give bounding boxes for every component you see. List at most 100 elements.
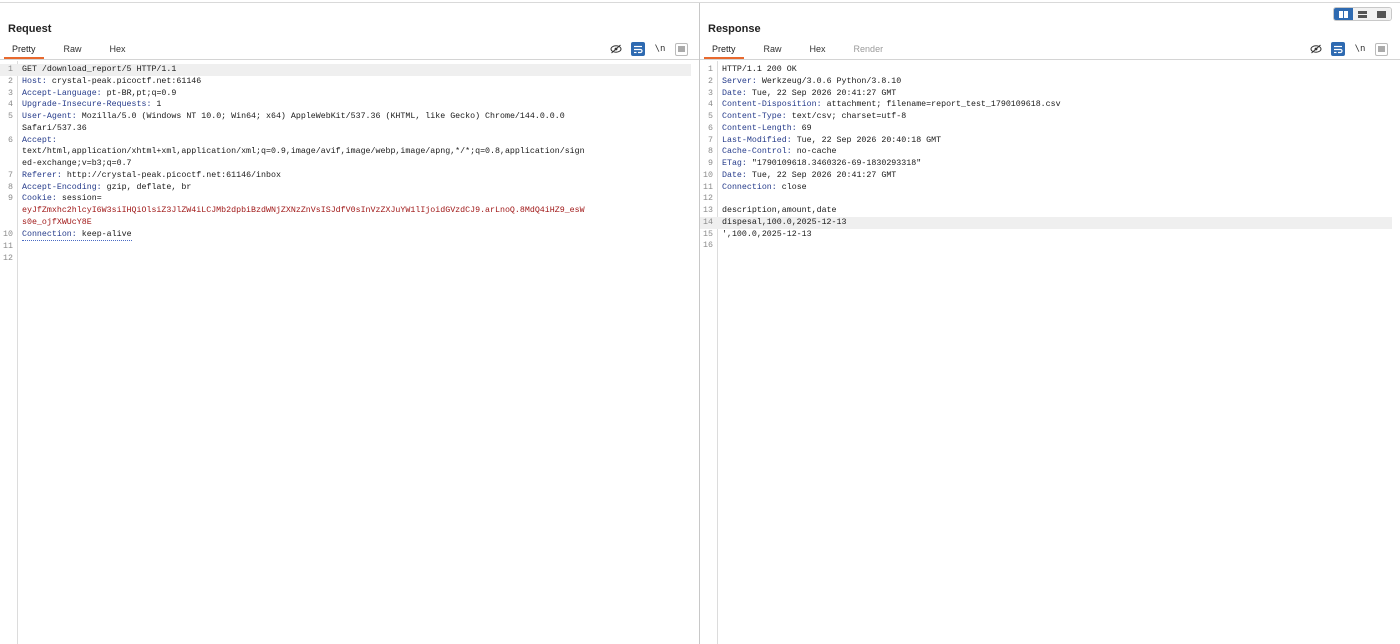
response-line: 16 [700, 240, 1392, 252]
response-tabs: Pretty Raw Hex Render [704, 43, 903, 59]
request-line: 5 User-Agent: Mozilla/5.0 (Windows NT 10.… [0, 111, 691, 123]
request-tab-hex[interactable]: Hex [102, 43, 134, 57]
header-name: Last-Modified: [722, 135, 792, 145]
line-number: 11 [703, 182, 713, 192]
header-value: gzip, deflate, br [101, 182, 192, 192]
request-lines: 1 GET /download_report/5 HTTP/1.1 2 Host: … [0, 64, 691, 265]
header-name: Connection: [722, 182, 777, 192]
header-value: 69 [796, 123, 812, 133]
header-name: Accept-Language: [22, 88, 102, 98]
response-lines: 1 HTTP/1.1 200 OK 2 Server: Werkzeug/3.0.6… [700, 64, 1392, 252]
line-number: 13 [703, 206, 713, 215]
line-number [0, 146, 22, 158]
header-value: Werkzeug/3.0.6 Python/3.8.10 [756, 76, 902, 86]
line-number: 1 [708, 65, 713, 74]
header-value: crystal-peak.picoctf.net:61146 [46, 76, 202, 86]
line-number [0, 158, 22, 170]
header-name: Date: [722, 88, 747, 98]
line-number [0, 205, 22, 217]
header-name: Accept: [22, 135, 57, 145]
line-number: 9 [8, 194, 13, 204]
request-tab-pretty[interactable]: Pretty [4, 43, 44, 59]
word-wrap-icon[interactable] [631, 42, 645, 56]
request-editor[interactable]: 1 GET /download_report/5 HTTP/1.1 2 Host: … [0, 61, 699, 644]
response-editor[interactable]: 1 HTTP/1.1 200 OK 2 Server: Werkzeug/3.0.6… [700, 61, 1400, 644]
header-name: Upgrade-Insecure-Requests: [22, 100, 152, 110]
header-name: ETag: [722, 159, 747, 168]
response-line: 14 dispesal,100.0,2025-12-13 [700, 216, 1392, 229]
line-number: 14 [703, 217, 713, 227]
request-tab-rule [0, 59, 699, 60]
header-name: Accept-Encoding: [22, 182, 102, 192]
response-line: 11 Connection: close [700, 182, 1392, 194]
line-number: 8 [708, 147, 713, 157]
response-tab-hex[interactable]: Hex [802, 43, 834, 57]
word-wrap-icon[interactable] [1331, 42, 1345, 56]
request-line: 2 Host: crystal-peak.picoctf.net:61146 [0, 76, 691, 88]
response-line: 3 Date: Tue, 22 Sep 2026 20:41:27 GMT [700, 88, 1392, 100]
request-line: 6 Accept: [0, 135, 691, 147]
response-line: 13 description,amount,date [700, 205, 1392, 217]
menu-icon[interactable] [1375, 42, 1388, 56]
request-line: 7 Referer: http://crystal-peak.picoctf.ne… [0, 170, 691, 182]
header-name: Host: [22, 76, 47, 86]
header-value: session= [56, 194, 102, 204]
request-line-text: Safari/537.36 [22, 123, 87, 133]
newline-icon[interactable]: \n [1353, 42, 1367, 56]
line-number: 10 [703, 170, 713, 180]
newline-icon[interactable]: \n [653, 42, 667, 56]
line-number: 5 [8, 112, 13, 121]
request-line-text: ed-exchange;v=b3;q=0.7 [22, 159, 132, 168]
response-line: 12 [700, 193, 1392, 205]
menu-icon[interactable] [675, 42, 688, 56]
line-number: 2 [8, 76, 13, 86]
header-name: Referer: [22, 170, 62, 180]
response-pane: Response Pretty Raw Hex Render \n 1 HTTP/… [700, 3, 1400, 644]
header-value: Tue, 22 Sep 2026 20:40:18 GMT [791, 135, 942, 145]
response-tab-render[interactable]: Render [846, 43, 892, 57]
line-number [0, 123, 22, 135]
response-tab-raw[interactable]: Raw [756, 43, 790, 57]
header-name: Cache-Control: [722, 147, 792, 157]
response-line: 2 Server: Werkzeug/3.0.6 Python/3.8.10 [700, 76, 1392, 88]
line-number: 3 [708, 88, 713, 98]
response-line-text: description,amount,date [722, 206, 837, 215]
header-value: attachment; filename=report_test_1790109… [821, 100, 1061, 110]
header-name: Content-Length: [722, 123, 797, 133]
header-value: Mozilla/5.0 (Windows NT 10.0; Win64; x64… [76, 112, 565, 121]
line-number: 2 [708, 76, 713, 86]
response-tab-pretty[interactable]: Pretty [704, 43, 744, 59]
request-pane: Request Pretty Raw Hex \n 1 GET /download… [0, 3, 699, 644]
request-line: 3 Accept-Language: pt-BR,pt;q=0.9 [0, 88, 691, 100]
request-line: text/html,application/xhtml+xml,applicat… [0, 146, 691, 158]
response-line: 15 ',100.0,2025-12-13 [700, 229, 1392, 241]
request-toolbar: \n [601, 42, 688, 56]
eye-off-icon[interactable] [609, 42, 623, 56]
header-name: Content-Type: [722, 112, 787, 121]
response-line: 10 Date: Tue, 22 Sep 2026 20:41:27 GMT [700, 170, 1392, 182]
response-line: 4 Content-Disposition: attachment; filena… [700, 99, 1392, 111]
line-number: 7 [8, 170, 13, 180]
response-line-text: dispesal,100.0,2025-12-13 [722, 217, 847, 227]
request-tab-raw[interactable]: Raw [56, 43, 90, 57]
response-line: 7 Last-Modified: Tue, 22 Sep 2026 20:40:1… [700, 135, 1392, 147]
response-title: Response [708, 23, 761, 35]
header-value: http://crystal-peak.picoctf.net:61146/in… [61, 170, 281, 180]
request-line: eyJfZmxhc2hlcyI6W3siIHQiOlsiZ3JlZW4iLCJM… [0, 205, 691, 217]
eye-off-icon[interactable] [1309, 42, 1323, 56]
line-number: 16 [703, 241, 713, 251]
request-line: 1 GET /download_report/5 HTTP/1.1 [0, 64, 691, 76]
line-number: 6 [8, 135, 13, 145]
header-name: User-Agent: [22, 112, 77, 121]
header-value: pt-BR,pt;q=0.9 [101, 88, 177, 98]
request-line: s0e_ojfXWUcY8E [0, 217, 691, 229]
request-line-text: GET /download_report/5 HTTP/1.1 [22, 65, 177, 74]
line-number: 4 [708, 100, 713, 110]
line-number: 6 [708, 123, 713, 133]
line-number: 15 [703, 229, 713, 239]
request-line: 4 Upgrade-Insecure-Requests: 1 [0, 99, 691, 111]
request-line: 11 [0, 241, 691, 253]
request-line: ed-exchange;v=b3;q=0.7 [0, 158, 691, 170]
header-name: Date: [722, 170, 747, 180]
line-number: 5 [708, 112, 713, 121]
